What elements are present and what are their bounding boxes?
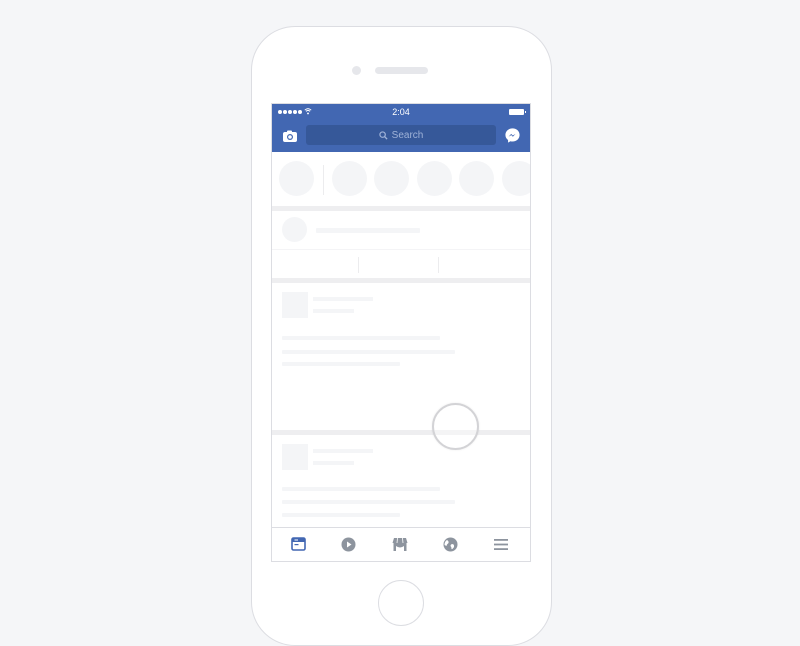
messenger-icon[interactable]	[504, 127, 521, 144]
post-author-placeholder	[313, 449, 373, 453]
clock-time: 2:04	[392, 107, 410, 117]
story-placeholder[interactable]	[332, 161, 367, 196]
touch-indicator	[432, 403, 479, 450]
post-text-placeholder	[282, 500, 455, 504]
story-placeholder[interactable]	[502, 161, 530, 196]
tab-marketplace[interactable]	[391, 535, 409, 553]
play-icon	[341, 537, 355, 551]
post-text-placeholder	[282, 487, 440, 491]
news-feed-icon	[290, 537, 306, 551]
stories-tray	[272, 152, 530, 206]
tab-menu[interactable]	[492, 535, 510, 553]
tab-watch[interactable]	[339, 535, 357, 553]
story-placeholder[interactable]	[279, 161, 314, 196]
globe-icon	[443, 537, 457, 551]
story-placeholder[interactable]	[417, 161, 452, 196]
battery-icon	[509, 109, 526, 115]
feed-post-placeholder	[272, 435, 530, 527]
status-bar: 2:04	[272, 104, 530, 120]
store-icon	[392, 537, 408, 551]
post-text-placeholder	[282, 336, 440, 340]
story-placeholder[interactable]	[374, 161, 409, 196]
search-input[interactable]: Search	[306, 125, 496, 145]
tab-notifications[interactable]	[441, 535, 459, 553]
post-text-placeholder	[282, 350, 455, 354]
post-meta-placeholder	[313, 461, 354, 465]
top-nav-bar: Search	[272, 120, 530, 152]
tab-news-feed[interactable]	[289, 535, 307, 553]
post-composer	[272, 211, 530, 281]
post-author-placeholder	[313, 297, 373, 301]
phone-screen: 2:04 Search	[271, 103, 531, 562]
hamburger-icon	[494, 538, 508, 550]
stories-divider	[323, 165, 324, 195]
post-avatar-placeholder	[282, 444, 308, 470]
earpiece-speaker	[375, 67, 428, 74]
search-icon	[378, 130, 388, 140]
composer-action-placeholder[interactable]	[359, 250, 438, 280]
bottom-tab-bar	[272, 527, 530, 561]
home-button[interactable]	[378, 580, 424, 626]
post-meta-placeholder	[313, 309, 354, 313]
composer-avatar-placeholder	[282, 217, 307, 242]
search-placeholder: Search	[391, 129, 424, 141]
post-avatar-placeholder	[282, 292, 308, 318]
composer-action-placeholder[interactable]	[439, 250, 530, 280]
front-camera	[352, 66, 361, 75]
feed-post-placeholder	[272, 283, 530, 430]
camera-icon[interactable]	[282, 128, 298, 144]
story-placeholder[interactable]	[459, 161, 494, 196]
post-text-placeholder	[282, 362, 400, 366]
post-text-placeholder	[282, 513, 400, 517]
composer-prompt-placeholder[interactable]	[316, 228, 420, 233]
composer-action-placeholder[interactable]	[272, 250, 358, 280]
